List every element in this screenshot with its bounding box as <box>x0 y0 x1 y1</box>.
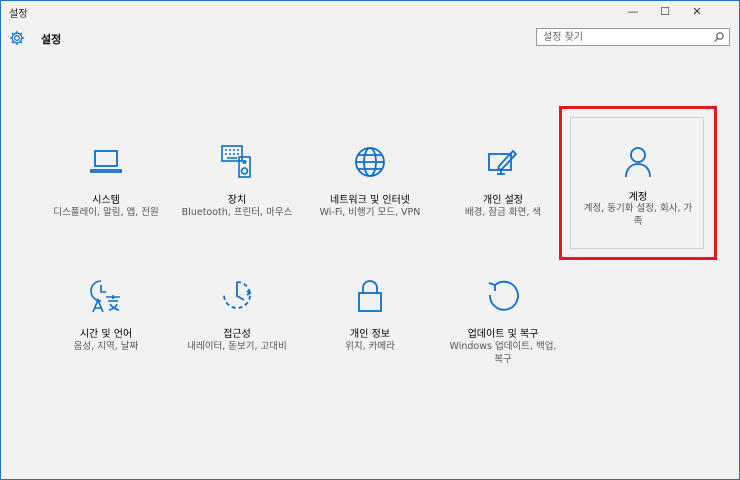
paint-screen-icon <box>488 149 518 175</box>
keyboard-speaker-icon <box>221 145 251 178</box>
tile-description: Wi-Fi, 비행기 모드, VPN <box>319 207 421 218</box>
tile-description: 배경, 잠금 화면, 색 <box>464 207 542 218</box>
lock-icon <box>358 280 382 312</box>
settings-window: 설정 — ☐ ✕ 설정 시스템 디스플레이, 알림, 앱, 전원 <box>0 0 740 480</box>
tile-label: 시스템 <box>92 195 120 206</box>
highlight-box <box>559 106 717 260</box>
tile-label: 업데이트 및 복구 <box>467 329 539 340</box>
tile-label: 네트워크 및 인터넷 <box>330 195 410 206</box>
tile-label: 시간 및 언어 <box>79 329 133 340</box>
tile-label: 장치 <box>227 195 247 206</box>
page-title: 설정 <box>41 33 62 46</box>
tile-privacy[interactable]: 개인 정보 위치, 카메라 <box>302 255 438 387</box>
tile-label: 접근성 <box>223 329 251 340</box>
tile-description: 음성, 지역, 날짜 <box>73 341 139 352</box>
search-input[interactable] <box>537 29 719 45</box>
tile-personalization[interactable]: 개인 설정 배경, 잠금 화면, 색 <box>435 121 571 253</box>
search-icon[interactable] <box>713 31 725 43</box>
gear-icon <box>9 30 25 46</box>
laptop-icon <box>90 150 122 173</box>
tile-label: 개인 설정 <box>483 195 523 206</box>
tile-description: 내레이터, 돋보기, 고대비 <box>187 341 287 352</box>
tile-description: 디스플레이, 알림, 앱, 전원 <box>53 207 159 218</box>
time-language-icon <box>90 280 120 313</box>
tile-time-language[interactable]: 시간 및 언어 음성, 지역, 날짜 <box>38 255 174 387</box>
tile-description: Windows 업데이트, 백업, 복구 <box>449 341 557 365</box>
globe-icon <box>355 147 385 177</box>
tile-accessibility[interactable]: 접근성 내레이터, 돋보기, 고대비 <box>169 255 305 387</box>
app-header: 설정 <box>1 21 739 55</box>
tile-devices[interactable]: 장치 Bluetooth, 프린터, 마우스 <box>169 121 305 253</box>
tile-system[interactable]: 시스템 디스플레이, 알림, 앱, 전원 <box>38 121 174 253</box>
tile-description: Bluetooth, 프린터, 마우스 <box>181 207 293 218</box>
tile-update-recovery[interactable]: 업데이트 및 복구 Windows 업데이트, 백업, 복구 <box>435 255 571 387</box>
refresh-icon <box>488 280 519 311</box>
tile-label: 개인 정보 <box>350 329 390 340</box>
search-box[interactable] <box>536 28 730 46</box>
title-bar[interactable]: 설정 — ☐ ✕ <box>1 1 739 21</box>
minimize-button[interactable]: — <box>617 1 649 21</box>
maximize-button[interactable]: ☐ <box>649 1 681 21</box>
close-button[interactable]: ✕ <box>681 1 713 21</box>
tile-description: 위치, 카메라 <box>345 341 395 352</box>
accessibility-icon <box>223 281 252 309</box>
tile-network[interactable]: 네트워크 및 인터넷 Wi-Fi, 비행기 모드, VPN <box>302 121 438 253</box>
window-title: 설정 <box>9 9 28 20</box>
